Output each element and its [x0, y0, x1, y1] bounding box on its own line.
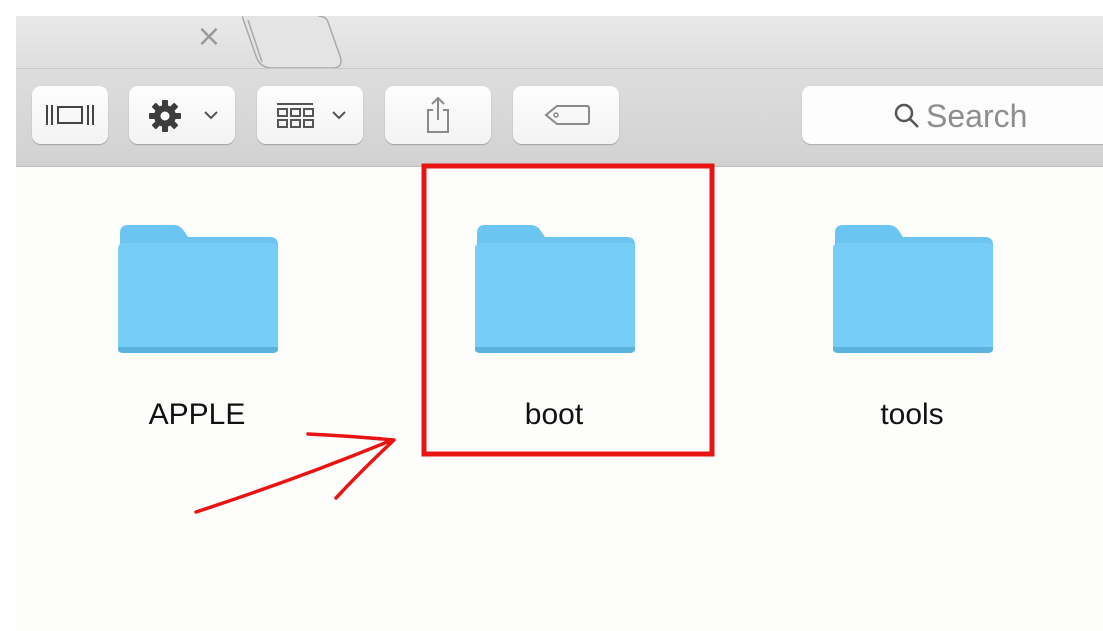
chevron-down-icon — [204, 111, 218, 120]
folder-item-apple[interactable]: APPLE — [79, 182, 299, 431]
folder-icon — [833, 225, 993, 353]
tag-icon — [544, 105, 590, 125]
tab-close-icon[interactable]: × — [194, 20, 224, 54]
toolbar: Search — [16, 69, 1103, 167]
chevron-down-icon — [332, 111, 346, 120]
arrange-button[interactable] — [257, 86, 363, 144]
cover-flow-button[interactable] — [32, 86, 108, 144]
search-placeholder: Search — [926, 98, 1028, 134]
new-tab-button[interactable] — [242, 16, 372, 70]
search-field[interactable]: Search — [802, 86, 1103, 144]
folder-label: boot — [524, 398, 584, 431]
finder-window: × Search APPLE boot tools — [16, 16, 1103, 631]
search-icon — [894, 103, 919, 128]
action-menu-button[interactable] — [129, 86, 235, 144]
file-view: APPLE boot tools — [16, 167, 1103, 631]
folder-label: APPLE — [148, 398, 246, 431]
share-button[interactable] — [385, 86, 491, 144]
folder-label: tools — [880, 398, 944, 431]
arrange-grid-icon — [277, 103, 314, 128]
folder-icon — [118, 225, 278, 353]
cover-flow-icon — [46, 105, 94, 125]
tab-bar: × — [16, 16, 1103, 70]
folder-item-boot[interactable]: boot — [436, 182, 656, 431]
share-icon — [427, 96, 449, 133]
gear-icon — [149, 100, 181, 132]
folder-icon — [475, 225, 635, 353]
folder-item-tools[interactable]: tools — [794, 182, 1014, 431]
tag-button[interactable] — [513, 86, 619, 144]
